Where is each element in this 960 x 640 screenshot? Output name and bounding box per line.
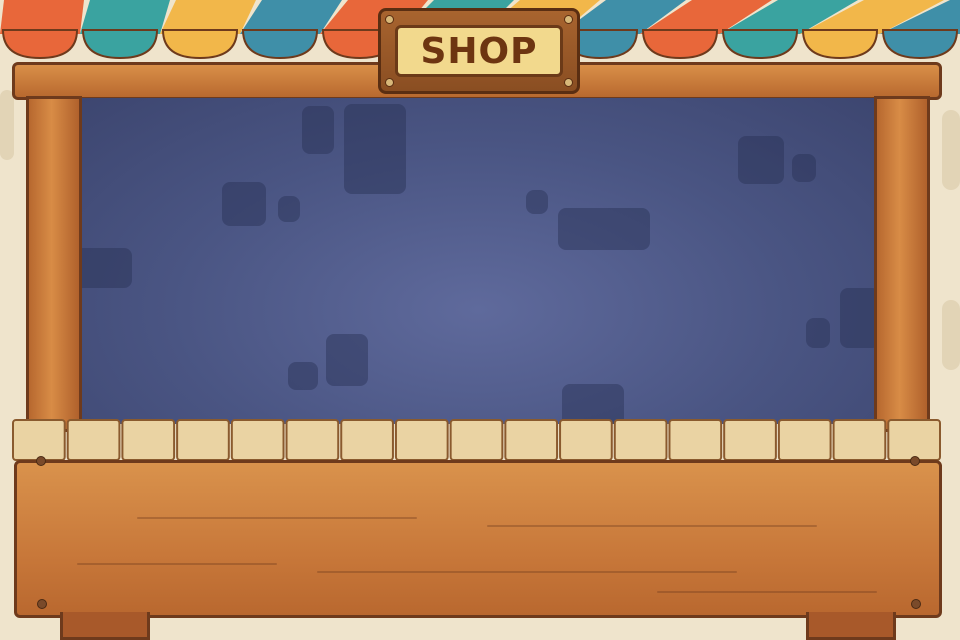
- counter-plank: [668, 419, 723, 461]
- wall-brick: [526, 190, 548, 214]
- wall-stone: [0, 90, 14, 160]
- left-post: [26, 96, 82, 432]
- nail-icon: [911, 599, 921, 609]
- counter-plank: [394, 419, 449, 461]
- awning-scallop: [241, 29, 319, 60]
- counter-plank: [66, 419, 121, 461]
- counter-plank: [340, 419, 394, 461]
- counter-plank: [285, 419, 340, 461]
- nail-icon: [37, 599, 47, 609]
- wood-grain: [317, 571, 737, 573]
- counter-plank: [832, 419, 887, 461]
- sign-plate: SHOP: [395, 25, 563, 77]
- counter-plank: [230, 419, 285, 461]
- counter-plank: [777, 419, 832, 461]
- wall-brick: [288, 362, 318, 390]
- counter-plank: [176, 419, 230, 461]
- right-counter-leg: [806, 612, 896, 640]
- awning-stripe: [0, 0, 84, 34]
- wall-brick: [344, 104, 406, 194]
- counter-plank: [613, 419, 668, 461]
- wall-brick: [222, 182, 266, 226]
- wall-stone: [942, 300, 960, 370]
- wall-brick: [302, 106, 334, 154]
- counter-plank: [559, 419, 613, 461]
- awning-scallop: [81, 29, 159, 60]
- wall-brick: [806, 318, 830, 348]
- counter-plank: [723, 419, 777, 461]
- awning-scallop: [721, 29, 799, 60]
- awning-scallop: [801, 29, 879, 60]
- wall-brick: [792, 154, 816, 182]
- stall-back-wall: [82, 98, 874, 424]
- nail-icon: [36, 456, 46, 466]
- wood-grain: [137, 517, 417, 519]
- counter-plank: [121, 419, 176, 461]
- awning-scallop: [881, 29, 959, 60]
- nail-icon: [910, 456, 920, 466]
- shop-stall-scene: SHOP: [0, 0, 960, 640]
- wall-brick: [326, 334, 368, 386]
- screw-icon: [564, 78, 573, 87]
- wall-brick: [278, 196, 300, 222]
- awning-stripe: [160, 0, 256, 34]
- counter-plank: [504, 419, 559, 461]
- wall-brick: [558, 208, 650, 250]
- wood-grain: [657, 591, 877, 593]
- counter-plank: [12, 419, 66, 461]
- shop-sign: SHOP: [378, 8, 580, 94]
- screw-icon: [385, 15, 394, 24]
- screw-icon: [564, 15, 573, 24]
- shop-sign-label: SHOP: [420, 30, 538, 72]
- counter-plank: [449, 419, 504, 461]
- awning-scallop: [1, 29, 79, 60]
- wall-brick: [840, 288, 874, 348]
- counter-plank: [887, 419, 942, 461]
- counter-front-board: [14, 460, 942, 618]
- right-post: [874, 96, 930, 432]
- awning-stripe: [80, 0, 170, 34]
- screw-icon: [385, 78, 394, 87]
- wood-grain: [77, 563, 277, 565]
- wood-grain: [487, 525, 817, 527]
- wall-stone: [942, 110, 960, 190]
- counter-top: [12, 419, 942, 461]
- wall-brick: [82, 248, 132, 288]
- awning-scallop: [161, 29, 239, 60]
- wall-brick: [738, 136, 784, 184]
- left-counter-leg: [60, 612, 150, 640]
- awning-scallop: [641, 29, 719, 60]
